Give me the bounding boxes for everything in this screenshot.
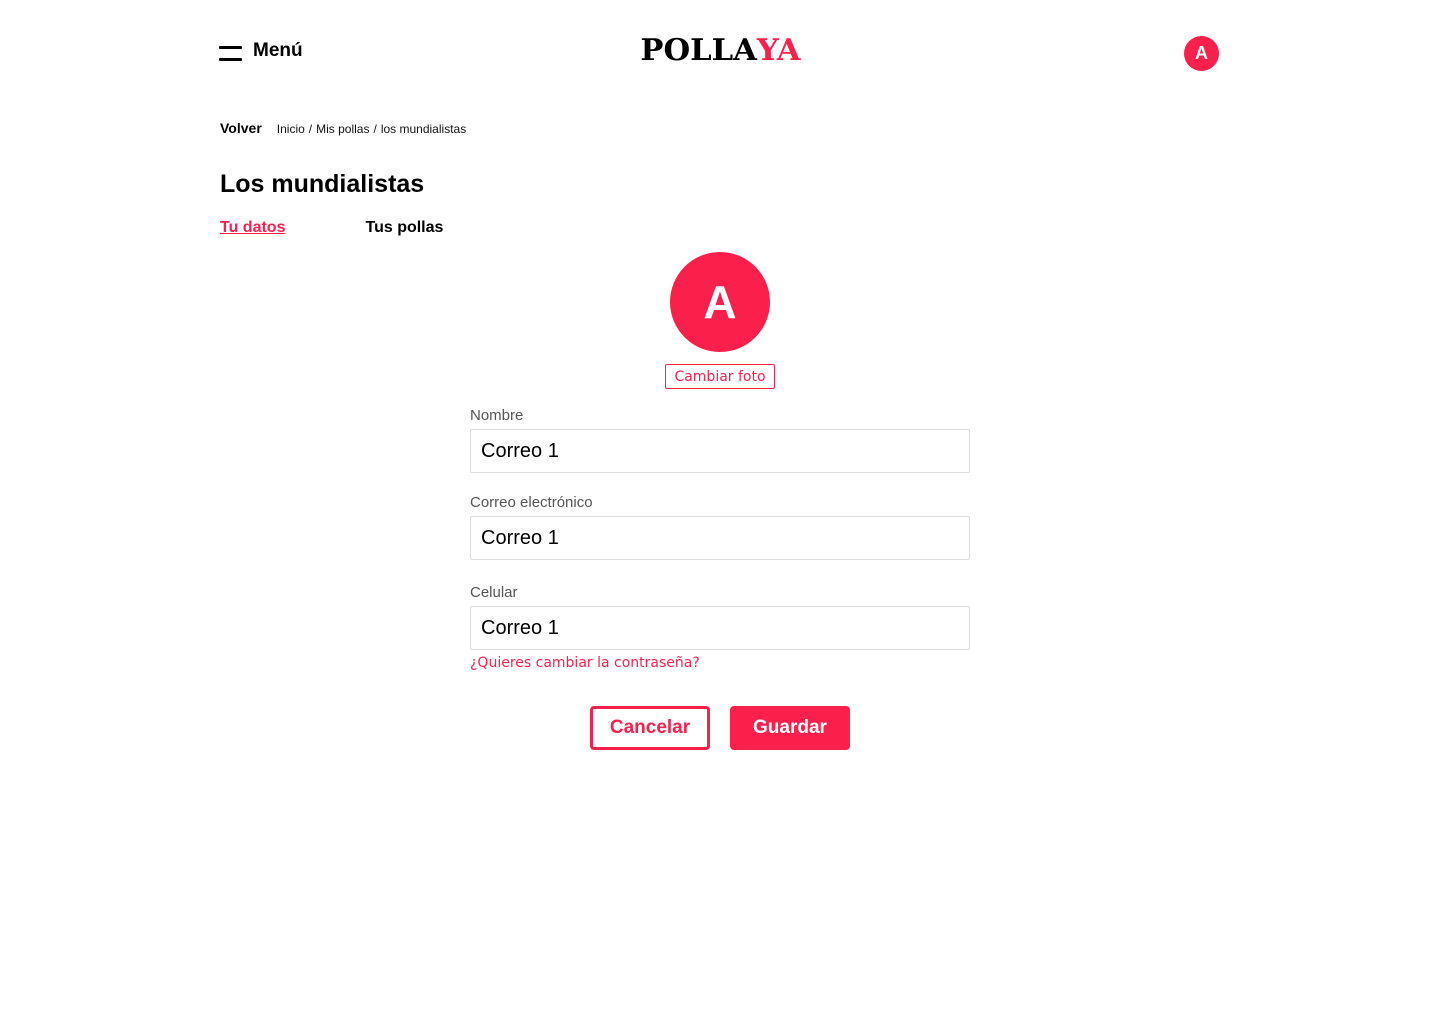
cancel-button[interactable]: Cancelar [590,706,710,750]
back-link[interactable]: Volver [220,120,262,136]
logo-text-polla: POLLA [640,32,757,68]
menu-button[interactable]: Menú [219,40,303,62]
breadcrumb-item-mis-pollas[interactable]: Mis pollas [316,122,369,136]
breadcrumb-item-inicio[interactable]: Inicio [277,122,305,136]
menu-label: Menú [253,40,303,61]
user-avatar[interactable]: A [1184,36,1219,71]
breadcrumb-separator: / [373,122,377,136]
phone-label: Celular [470,584,518,601]
tab-tus-pollas[interactable]: Tus pollas [365,219,443,237]
email-label: Correo electrónico [470,494,593,511]
profile-avatar: A [670,252,770,352]
breadcrumb-separator: / [308,122,313,136]
email-field[interactable] [470,516,970,560]
top-header: Menú POLLA YA A [0,0,1440,100]
name-field[interactable] [470,429,970,473]
change-password-link[interactable]: ¿Quieres cambiar la contraseña? [470,655,700,671]
change-photo-button[interactable]: Cambiar foto [665,364,775,389]
pollaya-logo[interactable]: POLLA YA [640,32,800,68]
tabs: Tu datos Tus pollas [220,219,443,237]
breadcrumb-item-current: los mundialistas [380,122,467,136]
logo-text-ya: YA [756,32,801,68]
breadcrumb: Inicio / Mis pollas / los mundialistas [277,122,466,136]
tab-tu-datos[interactable]: Tu datos [220,219,285,237]
phone-field[interactable] [470,606,970,650]
hamburger-icon [219,43,242,61]
name-label: Nombre [470,407,524,424]
breadcrumb-bar: Volver Inicio / Mis pollas / los mundial… [220,120,466,136]
save-button[interactable]: Guardar [730,706,850,750]
page-title: Los mundialistas [220,170,425,198]
